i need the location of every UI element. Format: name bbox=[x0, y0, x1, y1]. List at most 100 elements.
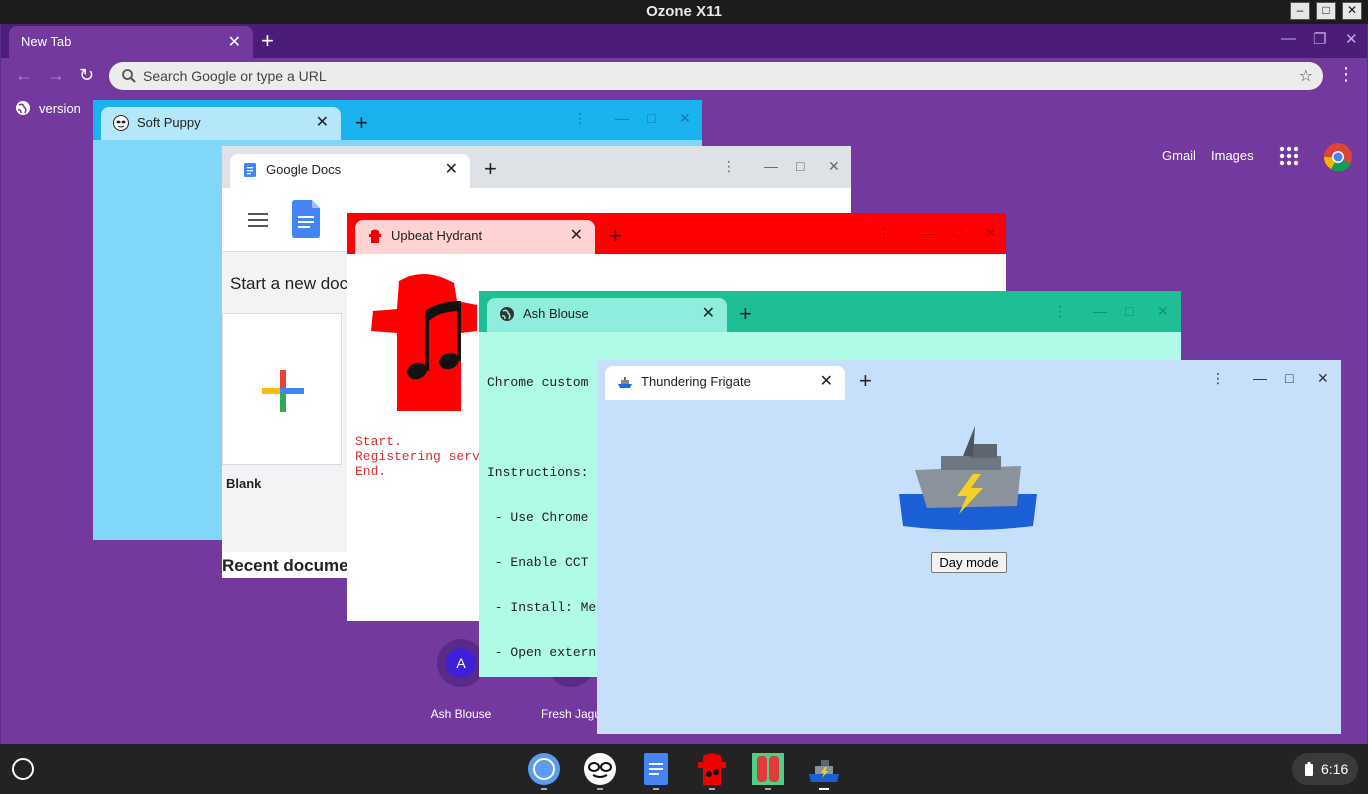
chrome-menu-icon[interactable]: ⋮ bbox=[1337, 64, 1355, 85]
status-tray[interactable]: 6:16 bbox=[1292, 753, 1358, 785]
omnibox[interactable]: Search Google or type a URL ☆ bbox=[109, 62, 1323, 90]
forward-icon[interactable]: → bbox=[47, 65, 65, 86]
docs-favicon-icon bbox=[244, 163, 256, 177]
maximize-icon[interactable]: □ bbox=[1285, 370, 1293, 386]
tab-new-tab[interactable]: New Tab ✕ bbox=[9, 26, 253, 58]
x11-minimize-button[interactable]: – bbox=[1290, 2, 1310, 20]
omnibox-placeholder: Search Google or type a URL bbox=[143, 68, 327, 84]
running-indicator bbox=[709, 788, 715, 790]
new-tab-button[interactable]: + bbox=[609, 223, 622, 249]
new-tab-button[interactable]: + bbox=[261, 28, 274, 54]
minimize-icon[interactable]: — bbox=[1093, 303, 1107, 319]
toolbar: ← → ↻ Search Google or type a URL ☆ ⋮ bbox=[1, 58, 1367, 94]
tab-close-icon[interactable]: ✕ bbox=[228, 32, 241, 52]
menu-icon[interactable]: ⋮ bbox=[1053, 303, 1067, 320]
tab-title: Ash Blouse bbox=[523, 306, 589, 321]
tab-thundering-frigate[interactable]: Thundering Frigate ✕ bbox=[605, 366, 845, 400]
close-icon[interactable]: ✕ bbox=[1345, 30, 1358, 48]
shortcut-name: Ash Blouse bbox=[430, 707, 492, 721]
ship-favicon-icon bbox=[618, 377, 632, 388]
tab-close-icon[interactable]: ✕ bbox=[702, 303, 715, 323]
shelf-hydrant-icon[interactable] bbox=[695, 752, 729, 786]
tab-close-icon[interactable]: ✕ bbox=[820, 371, 833, 391]
account-avatar[interactable] bbox=[1323, 142, 1353, 172]
ash-tabstrip: Ash Blouse ✕ + ⋮ — □ ✕ bbox=[479, 291, 1181, 332]
clock: 6:16 bbox=[1321, 761, 1349, 777]
log-line: Registering serv bbox=[355, 449, 480, 464]
tab-close-icon[interactable]: ✕ bbox=[316, 112, 329, 132]
images-link[interactable]: Images bbox=[1211, 148, 1254, 163]
x11-title: Ozone X11 bbox=[646, 3, 722, 20]
close-icon[interactable]: ✕ bbox=[1157, 303, 1169, 320]
globe-icon bbox=[16, 101, 30, 115]
new-tab-button[interactable]: + bbox=[355, 110, 368, 136]
puppy-favicon-icon bbox=[113, 115, 129, 131]
hydrant-music-icon bbox=[371, 273, 477, 411]
tab-close-icon[interactable]: ✕ bbox=[570, 225, 583, 245]
tab-google-docs[interactable]: Google Docs ✕ bbox=[230, 154, 470, 188]
thundering-frigate-window: Thundering Frigate ✕ + ⋮ — □ ✕ Day mode bbox=[597, 360, 1341, 734]
main-tabstrip: New Tab ✕ + — ❐ ✕ bbox=[1, 24, 1367, 58]
minimize-icon[interactable]: — bbox=[615, 110, 629, 126]
soft-puppy-tabstrip: Soft Puppy ✕ + ⋮ — □ ✕ bbox=[93, 100, 702, 140]
search-icon bbox=[122, 69, 136, 83]
blank-template-card[interactable] bbox=[222, 313, 342, 465]
reload-icon[interactable]: ↻ bbox=[79, 65, 94, 86]
close-icon[interactable]: ✕ bbox=[985, 225, 997, 242]
minimize-icon[interactable]: — bbox=[1253, 370, 1267, 386]
running-indicator bbox=[541, 788, 547, 790]
bookmark-star-icon[interactable]: ☆ bbox=[1299, 66, 1313, 86]
x11-close-button[interactable]: ✕ bbox=[1342, 2, 1362, 20]
new-tab-button[interactable]: + bbox=[859, 368, 872, 394]
tab-close-icon[interactable]: ✕ bbox=[445, 159, 458, 179]
menu-icon[interactable]: ⋮ bbox=[722, 158, 736, 175]
new-tab-button[interactable]: + bbox=[739, 301, 752, 327]
plus-colored-icon bbox=[262, 370, 304, 412]
maximize-icon[interactable]: □ bbox=[647, 110, 655, 126]
shelf-puppy-icon[interactable] bbox=[583, 752, 617, 786]
shortcut-tile: A bbox=[437, 639, 485, 687]
tab-ash-blouse[interactable]: Ash Blouse ✕ bbox=[487, 298, 727, 332]
shelf-docs-icon[interactable] bbox=[639, 752, 673, 786]
shelf-frigate-icon[interactable] bbox=[807, 752, 841, 786]
maximize-icon[interactable]: □ bbox=[953, 225, 961, 241]
recent-documents-heading: Recent documen bbox=[222, 556, 359, 575]
shelf-chrome-icon[interactable] bbox=[527, 752, 561, 786]
tab-title: New Tab bbox=[21, 34, 72, 49]
tab-title: Google Docs bbox=[266, 162, 342, 177]
shortcut-letter: A bbox=[446, 648, 476, 678]
launcher-button[interactable] bbox=[12, 758, 34, 780]
minimize-icon[interactable]: — bbox=[764, 158, 778, 174]
docs-logo-icon bbox=[292, 200, 320, 238]
close-icon[interactable]: ✕ bbox=[1317, 370, 1329, 387]
battery-icon bbox=[1305, 762, 1313, 776]
tab-upbeat-hydrant[interactable]: Upbeat Hydrant ✕ bbox=[355, 220, 595, 254]
tab-title: Thundering Frigate bbox=[641, 374, 751, 389]
tab-title: Soft Puppy bbox=[137, 115, 201, 130]
shelf-ash-icon[interactable] bbox=[751, 752, 785, 786]
new-tab-button[interactable]: + bbox=[484, 156, 497, 182]
gmail-link[interactable]: Gmail bbox=[1162, 148, 1196, 163]
minimize-icon[interactable]: — bbox=[1281, 30, 1296, 47]
restore-icon[interactable]: ❐ bbox=[1313, 30, 1326, 48]
docs-start-heading: Start a new docu bbox=[230, 274, 358, 293]
minimize-icon[interactable]: — bbox=[921, 225, 935, 241]
docs-tabstrip: Google Docs ✕ + ⋮ — □ ✕ bbox=[222, 146, 851, 188]
day-mode-button[interactable]: Day mode bbox=[931, 552, 1007, 573]
frigate-tabstrip: Thundering Frigate ✕ + ⋮ — □ ✕ bbox=[597, 360, 1341, 400]
frigate-lightning-icon bbox=[899, 426, 1037, 530]
tab-soft-puppy[interactable]: Soft Puppy ✕ bbox=[101, 107, 341, 140]
menu-icon[interactable]: ⋮ bbox=[573, 110, 587, 127]
x11-maximize-button[interactable]: □ bbox=[1316, 2, 1336, 20]
apps-grid-icon[interactable] bbox=[1279, 146, 1299, 166]
hamburger-menu-icon[interactable] bbox=[248, 212, 268, 228]
bookmark-version[interactable]: version bbox=[15, 100, 81, 116]
back-icon[interactable]: ← bbox=[15, 65, 33, 86]
maximize-icon[interactable]: □ bbox=[796, 158, 804, 174]
menu-icon[interactable]: ⋮ bbox=[1211, 370, 1225, 387]
maximize-icon[interactable]: □ bbox=[1125, 303, 1133, 319]
log-line: End. bbox=[355, 464, 387, 479]
close-icon[interactable]: ✕ bbox=[828, 158, 840, 175]
close-icon[interactable]: ✕ bbox=[679, 110, 691, 127]
menu-icon[interactable]: ⋮ bbox=[877, 225, 891, 242]
